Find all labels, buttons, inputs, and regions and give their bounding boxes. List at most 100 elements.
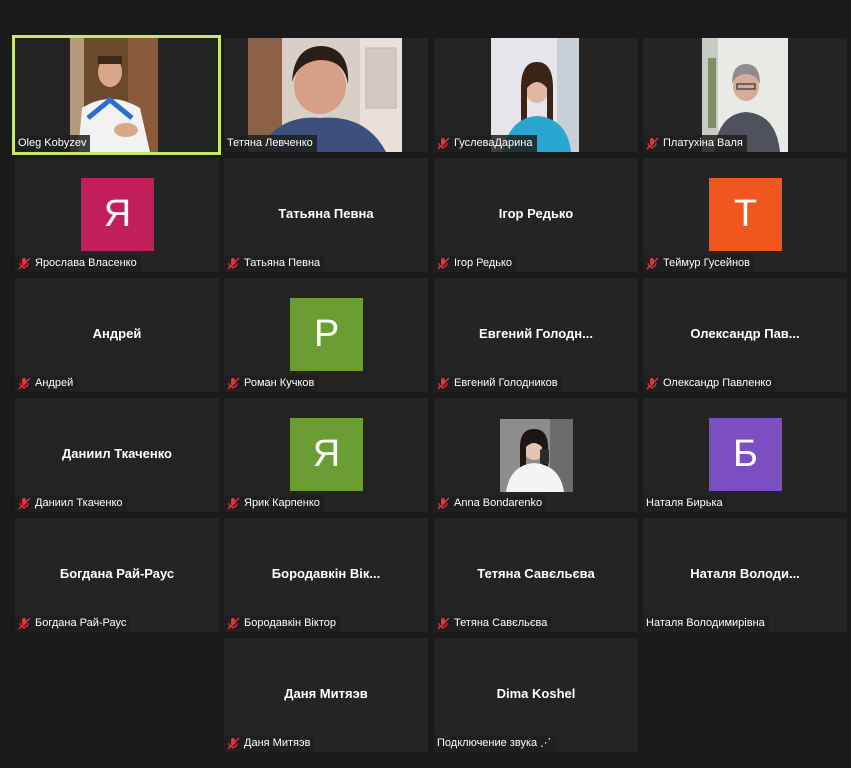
muted-mic-icon [227,257,240,270]
participant-tile-evgeniy-golodnikov[interactable]: Евгений Голодн... Евгений Голодников [434,278,638,392]
muted-mic-icon [18,497,31,510]
participant-name-tag: Бородавкін Віктор [224,615,340,632]
participant-tile-roman-kuchkov[interactable]: P Роман Кучков [224,278,428,392]
muted-mic-icon [18,617,31,630]
participant-name: Anna Bondarenko [454,497,543,509]
participant-name: ГуслеваДарина [454,137,533,149]
participant-display-name: Тетяна Савєльєва [477,566,595,581]
participant-name-tag: Даниил Ткаченко [15,495,127,512]
participant-name-tag: Богдана Рай-Раус [15,615,131,632]
participant-tile-teymur-guseynov[interactable]: T Теймур Гусейнов [643,158,847,272]
participant-name: Ярослава Власенко [35,257,137,269]
participant-display-name: Dima Koshel [496,686,576,701]
participant-tile-dima-koshel[interactable]: Dima Koshel Подключение звука ⋰ [434,638,638,752]
participant-name-tag: Наталя Бирька [643,495,727,512]
participant-name-tag: Тетяна Савєльєва [434,615,552,632]
participant-tile-tatyana-pevna[interactable]: Татьяна Певна Татьяна Певна [224,158,428,272]
participant-display-name: Даниил Ткаченко [62,446,172,461]
participant-tile-natalya-volodymyrivna[interactable]: Наталя Володи... Наталя Володимирівна [643,518,847,632]
participant-avatar: Я [81,178,154,251]
participant-tile-andrey[interactable]: Андрей Андрей [15,278,219,392]
participant-name-tag: Ігор Редько [434,255,517,272]
muted-mic-icon [437,257,450,270]
participant-name: Наталя Бирька [646,497,723,509]
participant-name: Андрей [35,377,74,389]
audio-connecting-status: Подключение звука ⋰ [437,737,552,749]
participant-tile-igor-redko[interactable]: Ігор Редько Ігор Редько [434,158,638,272]
muted-mic-icon [646,137,659,150]
participant-name-tag: Подключение звука ⋰ [434,735,556,752]
participant-display-name: Бородавкін Вік... [271,566,381,581]
participant-tile-tetyana-savelyeva[interactable]: Тетяна Савєльєва Тетяна Савєльєва [434,518,638,632]
participant-tile-yaroslava-vlasenko[interactable]: Я Ярослава Власенко [15,158,219,272]
muted-mic-icon [18,257,31,270]
participant-tile-natalya-birka[interactable]: Б Наталя Бирька [643,398,847,512]
participant-name-tag: Теймур Гусейнов [643,255,754,272]
muted-mic-icon [227,497,240,510]
participant-name-tag: Ярик Карпенко [224,495,324,512]
muted-mic-icon [227,617,240,630]
participant-name-tag: Ярослава Власенко [15,255,141,272]
participant-tile-guslevadarina[interactable]: ГуслеваДарина [434,38,638,152]
participant-display-name: Олександр Пав... [690,326,800,341]
participant-name: Богдана Рай-Раус [35,617,127,629]
participant-name: Бородавкін Віктор [244,617,336,629]
participant-display-name: Андрей [92,326,142,341]
participant-tile-danya-mityaev[interactable]: Даня Митяэв Даня Митяэв [224,638,428,752]
participant-name: Татьяна Певна [244,257,321,269]
participant-name: Олександр Павленко [663,377,772,389]
participant-name-tag: ГуслеваДарина [434,135,537,152]
participant-name: Наталя Володимирівна [646,617,765,629]
participant-name: Тетяна Савєльєва [454,617,548,629]
participant-tile-bogdana-ray-raus[interactable]: Богдана Рай-Раус Богдана Рай-Раус [15,518,219,632]
participant-display-name: Даня Митяэв [284,686,368,701]
participant-name-tag: Наталя Володимирівна [643,615,769,632]
participant-tile-borodavkin-viktor[interactable]: Бородавкін Вік... Бородавкін Віктор [224,518,428,632]
participant-tile-yarik-karpenko[interactable]: Я Ярик Карпенко [224,398,428,512]
participant-name-tag: Татьяна Певна [224,255,325,272]
participant-tile-daniil-tkachenko[interactable]: Даниил Ткаченко Даниил Ткаченко [15,398,219,512]
participant-name: Платухіна Валя [663,137,743,149]
participant-tile-platukhina-valya[interactable]: Платухіна Валя [643,38,847,152]
muted-mic-icon [437,137,450,150]
participant-name-tag: Платухіна Валя [643,135,747,152]
participant-name: Oleg Kobyzev [18,137,87,149]
participant-tile-oleg-kobyzev[interactable]: Oleg Kobyzev [12,35,221,155]
participant-name-tag: Олександр Павленко [643,375,776,392]
participant-name-tag: Anna Bondarenko [434,495,547,512]
participant-name: Евгений Голодников [454,377,558,389]
participant-name: Даня Митяэв [244,737,311,749]
participant-avatar: Я [290,418,363,491]
participant-avatar: P [290,298,363,371]
participant-name: Тетяна Левченко [227,137,313,149]
participant-name-tag: Oleg Kobyzev [15,135,91,152]
participant-name-tag: Тетяна Левченко [224,135,317,152]
participant-display-name: Ігор Редько [498,206,574,221]
participant-tile-oleksandr-pavlenko[interactable]: Олександр Пав... Олександр Павленко [643,278,847,392]
participant-avatar: T [709,178,782,251]
muted-mic-icon [437,377,450,390]
muted-mic-icon [646,377,659,390]
participant-tile-tetyana-levchenko[interactable]: Тетяна Левченко [224,38,428,152]
participant-display-name: Богдана Рай-Раус [59,566,175,581]
participant-name: Теймур Гусейнов [663,257,750,269]
muted-mic-icon [227,377,240,390]
muted-mic-icon [227,737,240,750]
participant-display-name: Татьяна Певна [278,206,374,221]
participant-name-tag: Даня Митяэв [224,735,315,752]
muted-mic-icon [18,377,31,390]
participant-tile-anna-bondarenko[interactable]: Anna Bondarenko [434,398,638,512]
muted-mic-icon [437,497,450,510]
participant-name-tag: Андрей [15,375,78,392]
participant-name-tag: Евгений Голодников [434,375,562,392]
participant-photo [500,419,573,492]
participant-display-name: Наталя Володи... [690,566,800,581]
participant-name: Ярик Карпенко [244,497,320,509]
participant-name: Роман Кучков [244,377,315,389]
muted-mic-icon [646,257,659,270]
participant-avatar: Б [709,418,782,491]
participant-name: Даниил Ткаченко [35,497,123,509]
participant-name: Ігор Редько [454,257,513,269]
participant-display-name: Евгений Голодн... [479,326,593,341]
participant-name-tag: Роман Кучков [224,375,319,392]
